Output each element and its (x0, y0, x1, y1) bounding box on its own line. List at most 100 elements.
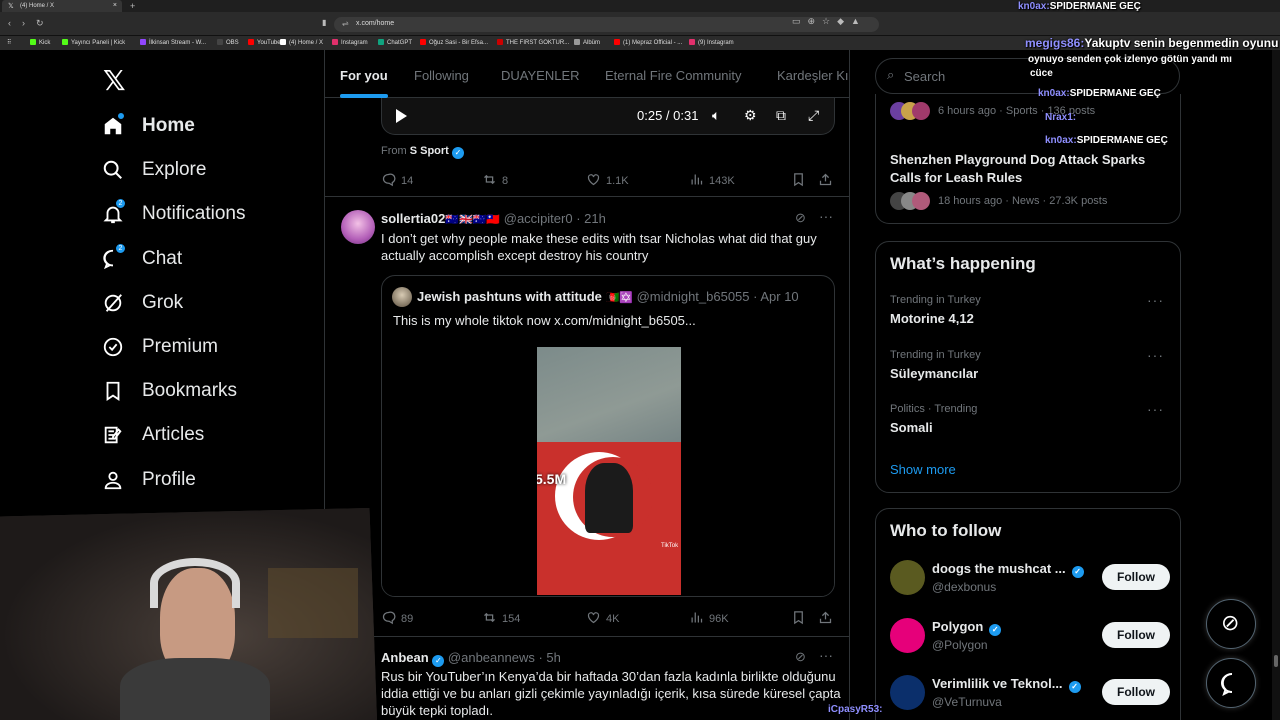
quoted-post[interactable]: Jewish pashtuns with attitude 🇦🇫✡️ @midn… (381, 275, 835, 597)
main-timeline: For you Following DUAYENLER Eternal Fire Co… (324, 50, 850, 720)
author-name[interactable]: sollertia02 (381, 211, 445, 226)
bookmark-item[interactable]: Oğuz Sasi - Bir Efsa... (420, 39, 488, 46)
like-button[interactable]: 4K (586, 610, 619, 628)
scrollbar-thumb[interactable] (1274, 655, 1278, 667)
bookmark-item[interactable]: THE FIRST GOKTUR... (497, 39, 569, 46)
feed-tab[interactable]: Following (414, 68, 469, 83)
bookmark-item[interactable]: ChatGPT (378, 39, 412, 46)
nav-item-explore[interactable]: Explore (102, 155, 206, 185)
feed-tab[interactable]: Eternal Fire Community (605, 68, 742, 83)
follow-suggestion[interactable]: doogs the mushcat ... ✓ @dexbonus Follow (890, 556, 1170, 600)
feed-tab[interactable]: DUAYENLER (501, 68, 580, 83)
follow-button[interactable]: Follow (1102, 679, 1170, 705)
like-button[interactable]: 1.1K (586, 172, 629, 190)
bookmark-item[interactable]: OBS (217, 39, 239, 46)
grok-icon[interactable]: ⊘ (795, 210, 806, 226)
nav-item-grok[interactable]: Grok (102, 288, 183, 318)
more-options-icon[interactable]: ··· (1147, 292, 1164, 308)
source-name[interactable]: S Sport (410, 145, 449, 157)
avatar[interactable] (890, 617, 925, 653)
bookmark-item[interactable]: (9) Instagram (689, 39, 734, 46)
back-icon[interactable]: ‹ (8, 18, 11, 28)
premium-icon (102, 336, 124, 358)
bookmark-item[interactable]: (4) Home / X (280, 39, 323, 46)
share-button[interactable] (818, 172, 833, 190)
bookmark-item[interactable]: YouTube (248, 39, 281, 46)
follow-button[interactable]: Follow (1102, 621, 1170, 648)
browser-toolbar: ‹ › ↻ ▮ ⇌ x.com/home ▭⊕☆◆▲ (0, 12, 1280, 36)
bookmark-favicon-icon (248, 39, 254, 45)
bookmark-item[interactable]: Albüm (574, 39, 600, 46)
fullscreen-icon[interactable]: ⤢ (808, 107, 819, 124)
grok-fab[interactable]: ⊘ (1206, 599, 1256, 649)
bookmark-page-icon[interactable]: ▮ (322, 18, 326, 27)
follow-suggestion[interactable]: Verimlilik ve Teknol... ✓ @VeTurnuva Follow (890, 671, 1170, 715)
bookmark-item[interactable]: İlkinsan Stream - W... (140, 39, 206, 46)
author-name[interactable]: Anbean (381, 650, 429, 665)
nav-item-premium[interactable]: Premium (102, 332, 218, 362)
forward-icon[interactable]: › (22, 18, 25, 28)
messages-fab[interactable] (1206, 658, 1256, 708)
more-options-icon[interactable]: ··· (819, 647, 833, 663)
nav-item-chat[interactable]: 2 Chat (102, 242, 182, 274)
nav-item-profile[interactable]: Profile (102, 465, 196, 495)
avatar[interactable] (890, 675, 925, 710)
author-handle[interactable]: @anbeannews · 5h (448, 650, 561, 665)
reply-button[interactable]: 89 (381, 610, 413, 628)
show-more-link[interactable]: Show more (890, 462, 956, 477)
trend-title[interactable]: Shenzhen Playground Dog Attack Sparks Ca… (890, 151, 1160, 187)
avatar[interactable] (890, 560, 925, 595)
repost-button[interactable]: 154 (482, 610, 520, 628)
views-button[interactable]: 143K (689, 172, 735, 190)
settings-gear-icon[interactable]: ⚙︎ (744, 107, 757, 124)
bookmark-item[interactable]: Instagram (332, 39, 368, 46)
close-tab-icon[interactable]: × (113, 2, 117, 9)
nav-item-notifications[interactable]: 2 Notifications (102, 198, 246, 229)
bookmark-item[interactable]: (1) Mepraz Official - ... (614, 39, 682, 46)
follow-suggestion[interactable]: Polygon ✓ @Polygon Follow (890, 614, 1170, 658)
author-handle[interactable]: @accipiter0 · 21h (504, 211, 606, 226)
reload-icon[interactable]: ↻ (36, 18, 44, 29)
views-button[interactable]: 96K (689, 610, 729, 628)
popout-icon[interactable]: ⧉ (776, 107, 786, 124)
follow-button[interactable]: Follow (1102, 564, 1170, 590)
bookmark-label: (9) Instagram (698, 40, 734, 46)
apps-grid-icon[interactable]: ⠿ (7, 39, 11, 46)
nav-item-label: Premium (142, 336, 219, 357)
reply-button[interactable]: 14 (381, 172, 413, 190)
home-icon (102, 112, 125, 137)
trend-title[interactable]: Motorine 4,12 (890, 311, 974, 326)
grok-icon[interactable]: ⊘ (795, 649, 806, 665)
volume-icon[interactable]: 🔈︎ (712, 107, 720, 124)
browser-extension-icons[interactable]: ▭⊕☆◆▲ (792, 16, 867, 27)
whats-happening-card: What’s happening Show more Trending in T… (875, 241, 1181, 493)
bookmark-item[interactable]: Yayıncı Paneli | Kick (62, 39, 125, 46)
trend-title[interactable]: Somali (890, 420, 933, 435)
repost-button[interactable]: 8 (482, 172, 508, 190)
chat-username: kn0ax: (1045, 135, 1077, 146)
notification-badge: 2 (115, 242, 126, 254)
trend-title[interactable]: Süleymancılar (890, 366, 978, 381)
page-scrollbar[interactable] (1272, 50, 1280, 720)
nav-item-label: Notifications (142, 203, 246, 225)
webcam-overlay (0, 508, 377, 720)
nav-item-home[interactable]: Home (102, 111, 195, 141)
avatar[interactable] (341, 210, 375, 244)
play-icon[interactable] (396, 109, 407, 123)
new-tab-icon[interactable]: + (130, 1, 135, 11)
x-logo-icon[interactable]: 𝕏 (103, 64, 126, 97)
nav-item-bookmarks[interactable]: Bookmarks (102, 376, 237, 406)
more-options-icon[interactable]: ··· (819, 208, 833, 224)
browser-tab[interactable]: 𝕏 (4) Home / X × (2, 0, 122, 12)
bookmark-item[interactable]: Kick (30, 39, 50, 46)
feed-tab[interactable]: For you (340, 68, 388, 98)
feed-tab[interactable]: Kardeşler Kı (777, 68, 849, 83)
bookmark-button[interactable] (791, 610, 806, 628)
share-button[interactable] (818, 610, 833, 628)
quoted-video[interactable]: 5.5M TikTok (382, 342, 834, 596)
more-options-icon[interactable]: ··· (1147, 347, 1164, 363)
bookmark-favicon-icon (217, 39, 223, 45)
nav-item-articles[interactable]: Articles (102, 420, 204, 450)
bookmark-button[interactable] (791, 172, 806, 190)
more-options-icon[interactable]: ··· (1147, 401, 1164, 417)
